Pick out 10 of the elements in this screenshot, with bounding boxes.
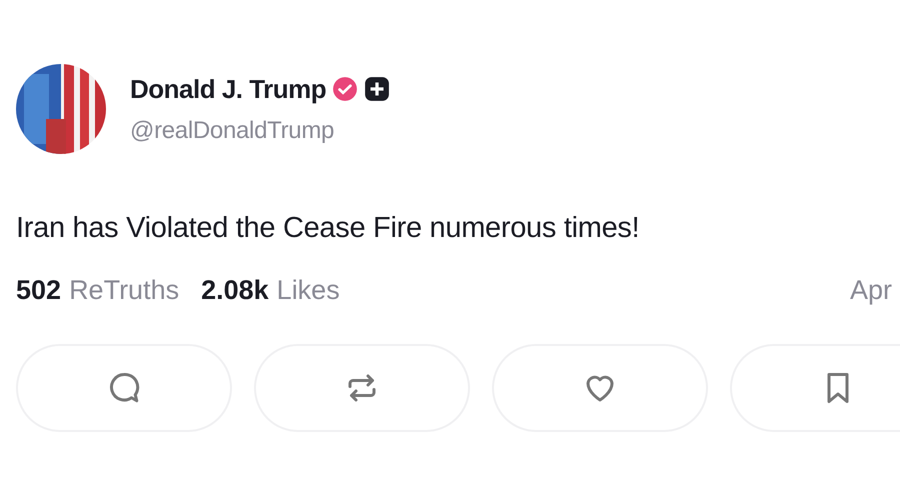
plus-icon [364,76,390,102]
stat-count: 502 [16,275,62,306]
bookmark-button[interactable] [730,344,900,432]
post-date: Apr [850,275,892,306]
stat-count: 2.08k [201,275,269,306]
stat-label[interactable]: ReTruths [69,275,180,306]
author-name[interactable]: Donald J. Trump [130,74,326,104]
post-text: Iran has Violated the Cease Fire numerous times! [16,212,640,245]
stat-label[interactable]: Likes [276,275,340,306]
author-handle[interactable]: @realDonaldTrump [130,116,390,144]
